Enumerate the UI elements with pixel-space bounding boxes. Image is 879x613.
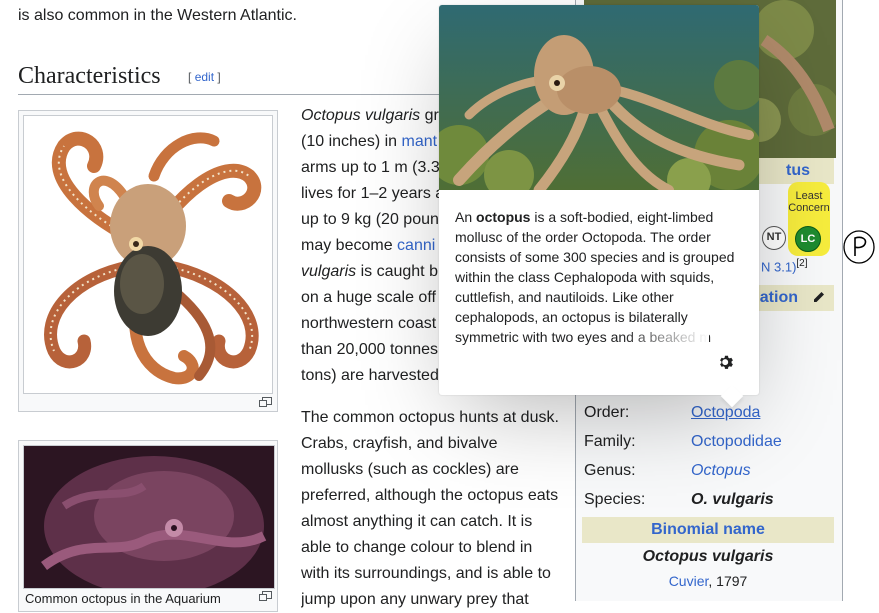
- pencil-edit-icon[interactable]: [812, 290, 826, 304]
- mantle-link[interactable]: mant: [402, 133, 438, 150]
- taxon-row-species: Species: O. vulgaris: [584, 491, 774, 508]
- body-paragraph-2: The common octopus hunts at dusk. Crabs,…: [301, 409, 559, 608]
- iucn-reference[interactable]: N 3.1)[2]: [761, 258, 808, 274]
- taxon-row-family: Family: Octopodidae: [584, 428, 834, 456]
- handwritten-p-annotation: [843, 230, 875, 264]
- status-near-threatened[interactable]: NT: [762, 226, 786, 250]
- popup-octopus-photo[interactable]: [439, 5, 759, 190]
- gear-icon[interactable]: [718, 354, 736, 372]
- thumb-caption: Common octopus in the Aquarium: [25, 591, 221, 606]
- cuvier-link[interactable]: Cuvier: [669, 573, 709, 589]
- aquarium-photo-thumb: Common octopus in the Aquarium: [18, 440, 278, 612]
- least-concern-label: Least Concern: [788, 190, 830, 214]
- binomial-name-header[interactable]: Binomial name: [582, 517, 834, 543]
- edit-link[interactable]: edit: [195, 70, 214, 84]
- status-least-concern[interactable]: LC: [795, 226, 821, 252]
- octopus-illustration-thumb: [18, 110, 278, 412]
- octopus-illustration-image[interactable]: [23, 115, 273, 394]
- family-link[interactable]: Octopodidae: [691, 428, 782, 456]
- order-link[interactable]: Octopoda: [691, 399, 760, 427]
- enlarge-icon[interactable]: [259, 397, 272, 407]
- binomial-name: Octopus vulgaris: [642, 548, 774, 565]
- page-preview-popup[interactable]: An octopus is a soft-bodied, eight-limbe…: [439, 5, 759, 408]
- text-fade: [619, 327, 709, 347]
- genus-link[interactable]: Octopus: [691, 457, 751, 485]
- enlarge-icon[interactable]: [259, 591, 272, 601]
- taxon-row-genus: Genus: Octopus: [584, 457, 834, 485]
- section-edit: [ edit ]: [188, 70, 221, 84]
- intro-text: is also common in the Western Atlantic.: [18, 7, 297, 24]
- binomial-authority: Cuvier, 1797: [668, 573, 748, 589]
- cannibalism-link[interactable]: canni: [397, 237, 435, 254]
- section-title: Characteristics: [18, 63, 161, 89]
- taxon-row-order: Order: Octopoda: [584, 399, 834, 427]
- aquarium-photo-image[interactable]: [23, 445, 275, 589]
- popup-extract[interactable]: An octopus is a soft-bodied, eight-limbe…: [455, 207, 745, 347]
